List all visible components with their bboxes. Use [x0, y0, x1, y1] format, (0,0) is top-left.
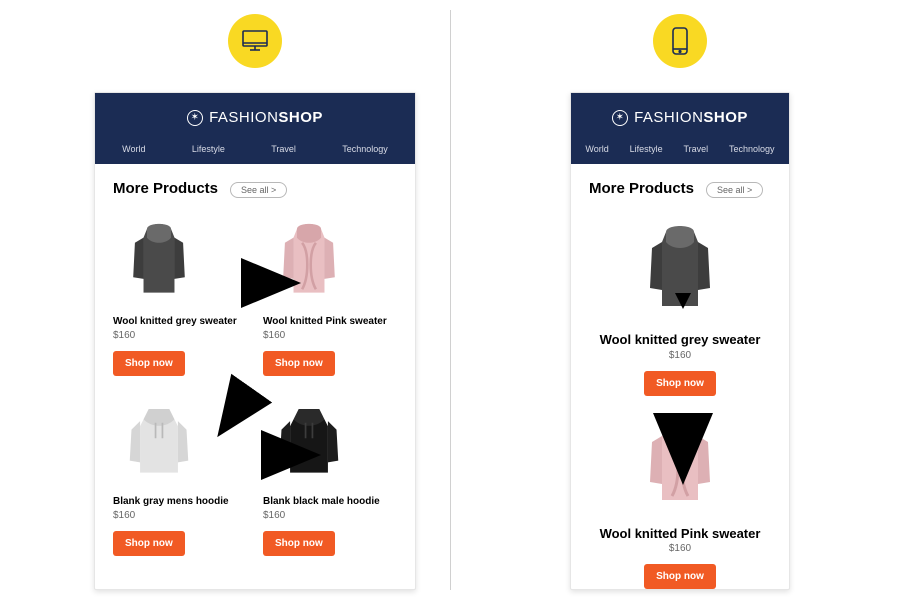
nav-item-lifestyle[interactable]: Lifestyle — [630, 144, 663, 154]
product-image — [626, 214, 734, 322]
product-price: $160 — [113, 330, 247, 341]
product-card: Blank gray mens hoodie $160 Shop now — [113, 394, 247, 556]
desktop-layout-mockup: ✶ FASHIONSHOP World Lifestyle Travel Tec… — [94, 92, 416, 590]
section-header: More Products See all > — [571, 164, 789, 208]
product-card: Blank black male hoodie $160 Shop now — [263, 394, 397, 556]
brand: ✶ FASHIONSHOP — [571, 93, 789, 138]
nav-item-lifestyle[interactable]: Lifestyle — [192, 144, 225, 154]
product-card: Wool knitted Pink sweater $160 Shop now — [263, 214, 397, 376]
product-list: Wool knitted grey sweater $160 Shop now … — [571, 208, 789, 599]
section-header: More Products See all > — [95, 164, 415, 208]
product-image — [626, 408, 734, 516]
product-price: $160 — [113, 510, 247, 521]
shop-now-button[interactable]: Shop now — [113, 531, 185, 556]
product-card: Wool knitted Pink sweater $160 Shop now — [600, 408, 761, 590]
site-header: ✶ FASHIONSHOP World Lifestyle Travel Tec… — [95, 93, 415, 164]
product-name: Blank gray mens hoodie — [113, 496, 247, 508]
nav-item-tech[interactable]: Technology — [729, 144, 775, 154]
product-name: Wool knitted grey sweater — [113, 316, 247, 328]
brand-prefix: FASHION — [634, 109, 703, 126]
product-image — [263, 394, 355, 486]
product-name: Blank black male hoodie — [263, 496, 397, 508]
brand-mark-icon: ✶ — [612, 110, 628, 126]
nav-item-tech[interactable]: Technology — [342, 144, 388, 154]
product-name: Wool knitted Pink sweater — [263, 316, 397, 328]
shop-now-button[interactable]: Shop now — [644, 371, 716, 396]
product-card: Wool knitted grey sweater $160 Shop now — [600, 214, 761, 396]
primary-nav: World Lifestyle Travel Technology — [571, 138, 789, 164]
brand-mark-icon: ✶ — [187, 110, 203, 126]
brand-suffix: SHOP — [278, 109, 323, 126]
product-image — [113, 394, 205, 486]
shop-now-button[interactable]: Shop now — [644, 564, 716, 589]
primary-nav: World Lifestyle Travel Technology — [95, 138, 415, 164]
product-name: Wool knitted Pink sweater — [600, 526, 761, 542]
mobile-icon — [671, 27, 689, 55]
desktop-icon — [241, 29, 269, 53]
nav-item-travel[interactable]: Travel — [271, 144, 296, 154]
desktop-device-badge — [228, 14, 282, 68]
mobile-layout-mockup: ✶ FASHIONSHOP World Lifestyle Travel Tec… — [570, 92, 790, 590]
product-card: Wool knitted grey sweater $160 Shop now — [113, 214, 247, 376]
see-all-button[interactable]: See all > — [230, 182, 287, 198]
product-price: $160 — [263, 330, 397, 341]
section-title: More Products — [589, 180, 694, 197]
brand-suffix: SHOP — [703, 109, 748, 126]
product-name: Wool knitted grey sweater — [600, 332, 761, 348]
product-price: $160 — [669, 543, 691, 554]
product-grid: Wool knitted grey sweater $160 Shop now … — [95, 208, 415, 568]
product-price: $160 — [669, 350, 691, 361]
comparison-stage: ✶ FASHIONSHOP World Lifestyle Travel Tec… — [0, 0, 900, 600]
shop-now-button[interactable]: Shop now — [113, 351, 185, 376]
product-price: $160 — [263, 510, 397, 521]
vertical-divider — [450, 10, 451, 590]
see-all-button[interactable]: See all > — [706, 182, 763, 198]
nav-item-travel[interactable]: Travel — [683, 144, 708, 154]
site-header: ✶ FASHIONSHOP World Lifestyle Travel Tec… — [571, 93, 789, 164]
product-image — [113, 214, 205, 306]
product-image — [263, 214, 355, 306]
shop-now-button[interactable]: Shop now — [263, 351, 335, 376]
nav-item-world[interactable]: World — [122, 144, 145, 154]
nav-item-world[interactable]: World — [585, 144, 608, 154]
brand: ✶ FASHIONSHOP — [95, 93, 415, 138]
section-title: More Products — [113, 180, 218, 197]
brand-prefix: FASHION — [209, 109, 278, 126]
shop-now-button[interactable]: Shop now — [263, 531, 335, 556]
mobile-device-badge — [653, 14, 707, 68]
